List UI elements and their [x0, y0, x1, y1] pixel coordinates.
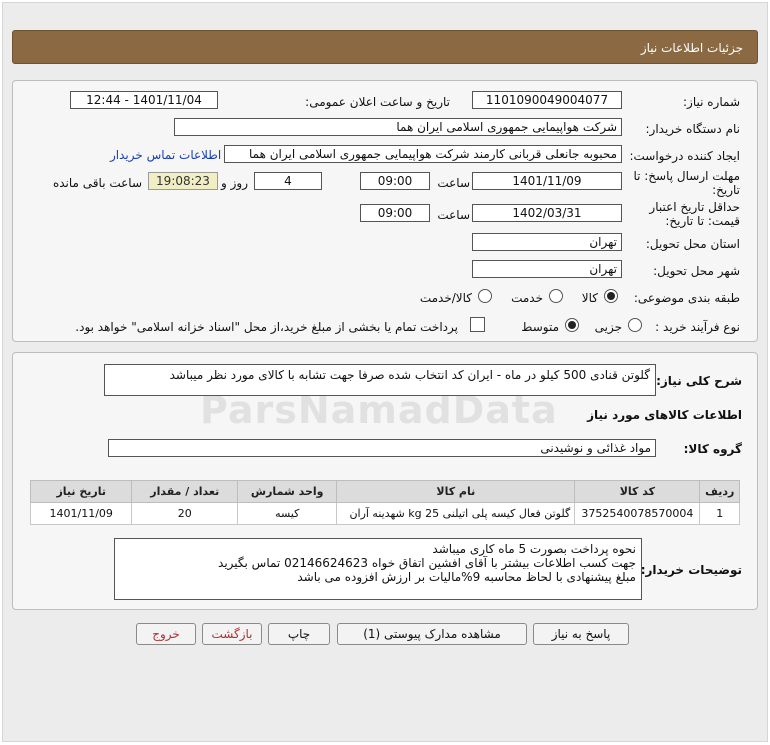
header-bar: جزئیات اطلاعات نیاز	[12, 30, 758, 64]
cell-row-number: 1	[699, 502, 740, 525]
treasury-checkbox[interactable]	[470, 317, 485, 332]
cell-item-name: گلوتن فعال کیسه پلی اتیلنی kg 25 شهدینه …	[336, 502, 576, 525]
reply-deadline-label-1: مهلت ارسال پاسخ: تا	[633, 169, 740, 183]
requester-label: ایجاد کننده درخواست:	[629, 149, 740, 163]
goods-section-title: اطلاعات کالاهای مورد نیاز	[587, 408, 742, 422]
price-time-label: ساعت	[437, 208, 470, 222]
requester-field: محبوبه جانعلی قربانی کارمند شرکت هواپیما…	[224, 145, 622, 163]
exit-button[interactable]: خروج	[136, 623, 196, 645]
reply-button[interactable]: پاسخ به نیاز	[533, 623, 629, 645]
col-item-name: نام کالا	[336, 480, 576, 503]
price-validity-label-2: قیمت: تا تاریخ:	[665, 214, 740, 228]
delivery-province-label: استان محل تحویل:	[645, 237, 740, 251]
reply-deadline-label-2: تاریخ:	[712, 183, 740, 197]
category-radio-goods[interactable]	[604, 289, 618, 303]
reply-time-remaining: 19:08:23	[148, 172, 218, 190]
buyer-note-line: جهت کسب اطلاعات بیشتر با آقای افشین اتفا…	[218, 556, 636, 570]
col-quantity: تعداد / مقدار	[131, 480, 239, 503]
attachments-button[interactable]: مشاهده مدارک پیوستی (1)	[337, 623, 527, 645]
cell-quantity: 20	[131, 502, 239, 525]
category-radio-goods-service[interactable]	[478, 289, 492, 303]
delivery-city-label: شهر محل تحویل:	[653, 264, 740, 278]
goods-table: ردیف کد کالا نام کالا واحد شمارش تعداد /…	[29, 480, 740, 525]
process-radio-minor[interactable]	[628, 318, 642, 332]
buyer-contact-link[interactable]: اطلاعات تماس خریدار	[110, 148, 221, 162]
col-item-code: کد کالا	[574, 480, 701, 503]
summary-text: گلوتن قنادی 500 کیلو در ماه - ایران کد ا…	[169, 368, 650, 382]
treasury-note: پرداخت تمام یا بخشی از مبلغ خرید،از محل …	[75, 320, 458, 334]
back-button[interactable]: بازگشت	[202, 623, 262, 645]
goods-group-label: گروه کالا:	[683, 442, 742, 456]
summary-field: گلوتن قنادی 500 کیلو در ماه - ایران کد ا…	[104, 364, 656, 396]
cell-item-code: 3752540078570004	[574, 502, 701, 525]
reply-time-label: ساعت	[437, 176, 470, 190]
process-type-label: نوع فرآیند خرید :	[655, 320, 740, 334]
col-unit: واحد شمارش	[237, 480, 338, 503]
buyer-notes-field: نحوه پرداخت بصورت 5 ماه کاری میباشد جهت …	[114, 538, 642, 600]
table-row: 1 3752540078570004 گلوتن فعال کیسه پلی ا…	[29, 502, 740, 525]
price-validity-date: 1402/03/31	[472, 204, 622, 222]
goods-table-header: ردیف کد کالا نام کالا واحد شمارش تعداد /…	[29, 480, 740, 503]
announce-datetime-label: تاریخ و ساعت اعلان عمومی:	[305, 95, 450, 109]
category-label: طبقه بندی موضوعی:	[633, 291, 740, 305]
goods-group-field: مواد غذائی و نوشیدنی	[108, 439, 656, 457]
reply-deadline-date: 1401/11/09	[472, 172, 622, 190]
price-validity-label-1: حداقل تاریخ اعتبار	[649, 200, 740, 214]
col-row-number: ردیف	[699, 480, 740, 503]
delivery-province-field: تهران	[472, 233, 622, 251]
delivery-city-field: تهران	[472, 260, 622, 278]
category-option-goods-service: کالا/خدمت	[419, 291, 472, 305]
cell-unit: کیسه	[237, 502, 338, 525]
buyer-notes-label: توضیحات خریدار:	[640, 563, 742, 577]
reply-days-remaining: 4	[254, 172, 322, 190]
need-number-label: شماره نیاز:	[683, 95, 740, 109]
col-need-date: تاریخ نیاز	[29, 480, 133, 503]
process-option-minor: جزیی	[594, 320, 622, 334]
buyer-note-line: مبلغ پیشنهادی با لحاظ محاسبه 9%مالیات بر…	[297, 570, 636, 584]
buyer-org-label: نام دستگاه خریدار:	[645, 122, 741, 136]
summary-label: شرح کلی نیاز:	[656, 374, 742, 388]
days-label: روز و	[221, 176, 248, 190]
need-number-field: 1101090049004077	[472, 91, 622, 109]
page-title: جزئیات اطلاعات نیاز	[640, 41, 743, 55]
buyer-org-field: شرکت هواپیمایی جمهوری اسلامی ایران هما	[174, 118, 622, 136]
category-option-service: خدمت	[511, 291, 543, 305]
category-radio-service[interactable]	[549, 289, 563, 303]
process-option-medium: متوسط	[521, 320, 559, 334]
process-radio-medium[interactable]	[565, 318, 579, 332]
announce-datetime-field: 1401/11/04 - 12:44	[70, 91, 218, 109]
price-validity-time: 09:00	[360, 204, 430, 222]
remaining-label: ساعت باقی مانده	[52, 176, 142, 190]
category-option-goods: کالا	[581, 291, 598, 305]
cell-need-date: 1401/11/09	[29, 502, 133, 525]
print-button[interactable]: چاپ	[268, 623, 330, 645]
reply-deadline-time: 09:00	[360, 172, 430, 190]
buyer-note-line: نحوه پرداخت بصورت 5 ماه کاری میباشد	[432, 542, 636, 556]
